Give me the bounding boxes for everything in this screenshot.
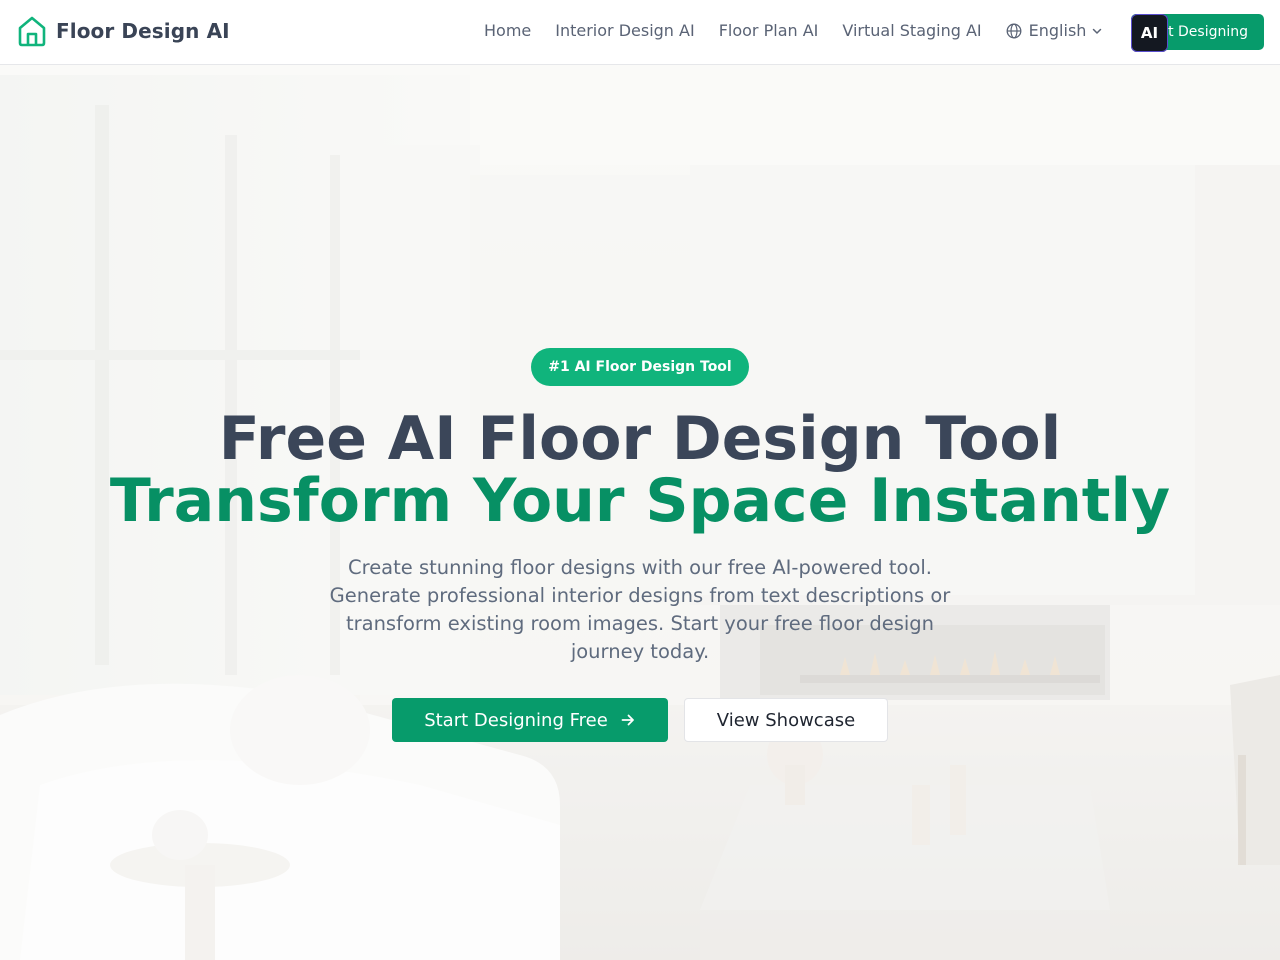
globe-icon [1006,23,1022,38]
chevron-down-icon [1093,28,1102,34]
extension-badge-label: AI [1140,24,1159,42]
language-label: English [1028,21,1087,40]
main-nav: Home Interior Design AI Floor Plan AI Vi… [484,21,1103,40]
house-icon [18,16,46,47]
hero-badge: #1 AI Floor Design Tool [531,348,749,386]
hero-description: Create stunning floor designs with our f… [329,556,951,663]
brand-logo[interactable]: Floor Design AI [17,15,230,47]
view-showcase-button[interactable]: View Showcase [684,698,888,742]
site-header: Floor Design AI Home Interior Design AI … [0,0,1280,65]
brand-name: Floor Design AI [56,19,230,43]
start-designing-free-label: Start Designing Free [424,709,608,731]
browser-extension-badge[interactable]: AI [1131,14,1168,52]
start-designing-free-button[interactable]: Start Designing Free [392,698,668,742]
arrow-right-icon [621,714,634,726]
nav-interior-design-ai[interactable]: Interior Design AI [555,21,694,40]
nav-floor-plan-ai[interactable]: Floor Plan AI [719,21,819,40]
nav-home[interactable]: Home [484,21,531,40]
language-selector[interactable]: English [1006,21,1104,40]
hero-title-highlight: Transform Your Space Instantly [109,466,1171,536]
nav-virtual-staging-ai[interactable]: Virtual Staging AI [842,21,981,40]
